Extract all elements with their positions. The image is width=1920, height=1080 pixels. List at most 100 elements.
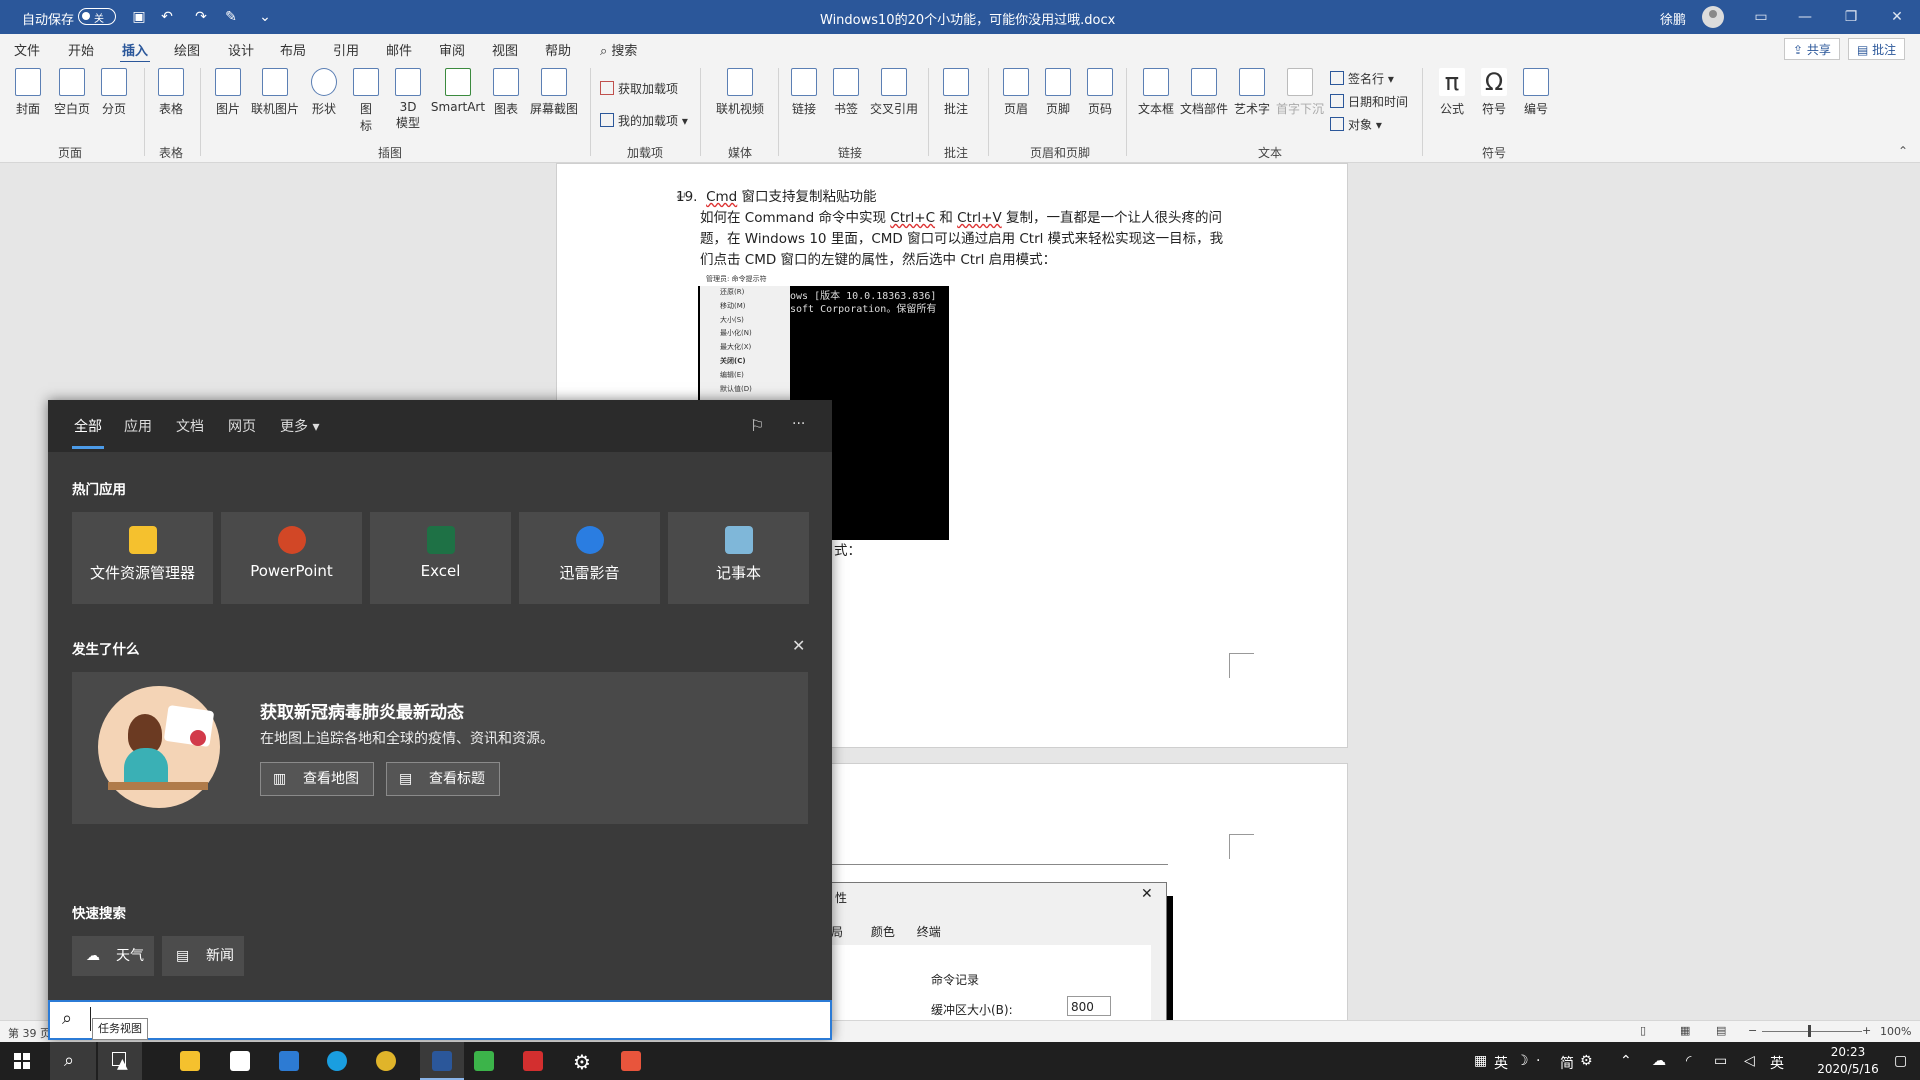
- pdf-icon[interactable]: [523, 1051, 543, 1071]
- app-tile-excel[interactable]: Excel: [370, 512, 511, 604]
- new-comment-button[interactable]: 批注: [938, 68, 974, 117]
- user-name[interactable]: 徐鹏: [1660, 9, 1686, 28]
- ime-moon-icon[interactable]: ☽: [1516, 1053, 1529, 1069]
- collapse-ribbon-icon[interactable]: ⌃: [1898, 144, 1908, 158]
- volume-icon[interactable]: ◁: [1744, 1053, 1755, 1069]
- shapes-button[interactable]: 形状: [306, 68, 342, 117]
- search-tab-documents[interactable]: 文档: [176, 416, 204, 436]
- settings-gear-icon[interactable]: ⚙: [573, 1050, 591, 1074]
- table-button[interactable]: 表格: [154, 68, 188, 117]
- task-view-button[interactable]: ▲: [98, 1042, 142, 1080]
- my-addins-button[interactable]: 我的加载项 ▾: [600, 112, 688, 129]
- page-number-button[interactable]: 页码: [1082, 68, 1118, 117]
- tab-insert[interactable]: 插入: [119, 40, 151, 64]
- autosave-toggle[interactable]: 关: [78, 8, 116, 25]
- tab-draw[interactable]: 绘图: [174, 40, 200, 59]
- body-paragraph[interactable]: 如何在 Command 命令中实现 Ctrl+C 和 Ctrl+V 复制，一直都…: [700, 208, 1230, 271]
- number-button[interactable]: 编号: [1518, 68, 1554, 117]
- store-icon[interactable]: [230, 1051, 250, 1071]
- online-picture-button[interactable]: 联机图片: [250, 68, 300, 117]
- edge-icon[interactable]: [327, 1051, 347, 1071]
- tab-mailings[interactable]: 邮件: [386, 40, 412, 59]
- quick-search-news[interactable]: ▤ 新闻: [162, 936, 244, 976]
- dismiss-close-icon[interactable]: ✕: [792, 636, 805, 655]
- user-avatar[interactable]: [1702, 6, 1724, 28]
- get-addins-button[interactable]: 获取加载项: [600, 80, 678, 97]
- tab-view[interactable]: 视图: [492, 40, 518, 59]
- notification-center-icon[interactable]: ▢: [1894, 1053, 1907, 1069]
- share-button[interactable]: ⇪ 共享: [1784, 38, 1840, 60]
- camtasia-icon[interactable]: [474, 1051, 494, 1071]
- page-break-button[interactable]: 分页: [98, 68, 130, 117]
- zoom-level[interactable]: 100%: [1880, 1025, 1911, 1038]
- bookmark-button[interactable]: 书签: [828, 68, 864, 117]
- page-indicator[interactable]: 第 39 页: [8, 1025, 51, 1041]
- zoom-slider-thumb[interactable]: [1808, 1025, 1811, 1037]
- app-tile-xunlei[interactable]: 迅雷影音: [519, 512, 660, 604]
- covid-news-card[interactable]: 获取新冠病毒肺炎最新动态 在地图上追踪各地和全球的疫情、资讯和资源。 ▥ 查看地图…: [72, 672, 808, 824]
- ime-toolbar-icon[interactable]: ▦: [1474, 1053, 1487, 1069]
- tab-references[interactable]: 引用: [333, 40, 359, 59]
- drop-cap-button[interactable]: 首字下沉: [1276, 68, 1324, 117]
- list-item-heading[interactable]: 19. Cmd 窗口支持复制粘贴功能: [676, 187, 877, 208]
- onedrive-cloud-icon[interactable]: ☁: [1652, 1053, 1666, 1069]
- 3d-models-button[interactable]: 3D 模型: [392, 68, 424, 131]
- recorder-icon[interactable]: [621, 1051, 641, 1071]
- zoom-slider-track[interactable]: [1762, 1031, 1862, 1032]
- undo-icon[interactable]: ↶: [158, 8, 176, 26]
- show-hidden-icons-icon[interactable]: ⌃: [1620, 1053, 1632, 1069]
- chart-button[interactable]: 图表: [490, 68, 522, 117]
- tab-home[interactable]: 开始: [68, 40, 94, 59]
- clock[interactable]: 20:23 2020/5/16: [1808, 1044, 1888, 1078]
- taskbar-search-button[interactable]: ⌕: [50, 1042, 96, 1080]
- search-tab-apps[interactable]: 应用: [124, 416, 152, 436]
- search-tab-all[interactable]: 全部: [72, 416, 104, 449]
- chrome-icon[interactable]: [376, 1051, 396, 1071]
- redo-icon[interactable]: ↷: [192, 8, 210, 26]
- tab-layout[interactable]: 布局: [280, 40, 306, 59]
- date-time-button[interactable]: 日期和时间: [1330, 93, 1408, 110]
- mail-icon[interactable]: [279, 1051, 299, 1071]
- zoom-in-icon[interactable]: +: [1862, 1024, 1871, 1037]
- search-tab-web[interactable]: 网页: [228, 416, 256, 436]
- wordart-button[interactable]: 艺术字: [1230, 68, 1274, 117]
- object-button[interactable]: 对象 ▾: [1330, 116, 1382, 133]
- after-image-text[interactable]: 式：: [834, 541, 861, 562]
- read-mode-icon[interactable]: ▯: [1640, 1024, 1646, 1037]
- ime-settings-icon[interactable]: ⚙: [1580, 1053, 1593, 1069]
- word-taskbar-button[interactable]: [420, 1042, 464, 1080]
- ime-punct-icon[interactable]: ·: [1536, 1053, 1540, 1069]
- screenshot-button[interactable]: 屏幕截图: [526, 68, 582, 117]
- equation-button[interactable]: π 公式: [1434, 68, 1470, 117]
- tab-review[interactable]: 审阅: [439, 40, 465, 59]
- tab-design[interactable]: 设计: [228, 40, 254, 59]
- web-layout-icon[interactable]: ▤: [1716, 1024, 1726, 1037]
- app-tile-powerpoint[interactable]: PowerPoint: [221, 512, 362, 604]
- feedback-icon[interactable]: ⚐: [750, 416, 764, 435]
- more-options-icon[interactable]: ···: [792, 416, 805, 432]
- quick-search-weather[interactable]: ☁ 天气: [72, 936, 154, 976]
- file-explorer-icon[interactable]: [180, 1051, 200, 1071]
- cover-page-button[interactable]: 封面: [12, 68, 44, 117]
- ime-simplified[interactable]: 简: [1560, 1053, 1574, 1073]
- comments-button[interactable]: ▤ 批注: [1848, 38, 1906, 60]
- view-map-button[interactable]: ▥ 查看地图: [260, 762, 374, 796]
- search-box[interactable]: ⌕: [48, 1000, 832, 1040]
- ribbon-display-icon[interactable]: ▭: [1738, 0, 1784, 34]
- format-painter-icon[interactable]: ✎: [222, 8, 240, 26]
- tab-help[interactable]: 帮助: [545, 40, 571, 59]
- signature-line-button[interactable]: 签名行 ▾: [1330, 70, 1394, 87]
- header-button[interactable]: 页眉: [998, 68, 1034, 117]
- restore-icon[interactable]: ❐: [1828, 0, 1874, 34]
- zoom-out-icon[interactable]: −: [1748, 1024, 1757, 1037]
- online-video-button[interactable]: 联机视频: [712, 68, 768, 117]
- textbox-button[interactable]: 文本框: [1134, 68, 1178, 117]
- customize-quick-access-icon[interactable]: ⌄: [256, 8, 274, 26]
- quick-parts-button[interactable]: 文档部件: [1180, 68, 1228, 117]
- ime-english[interactable]: 英: [1494, 1053, 1508, 1073]
- battery-icon[interactable]: ▭: [1714, 1053, 1727, 1069]
- blank-page-button[interactable]: 空白页: [52, 68, 92, 117]
- search-tab-more[interactable]: 更多 ▾: [280, 416, 319, 436]
- app-tile-file-explorer[interactable]: 文件资源管理器: [72, 512, 213, 604]
- picture-button[interactable]: 图片: [210, 68, 246, 117]
